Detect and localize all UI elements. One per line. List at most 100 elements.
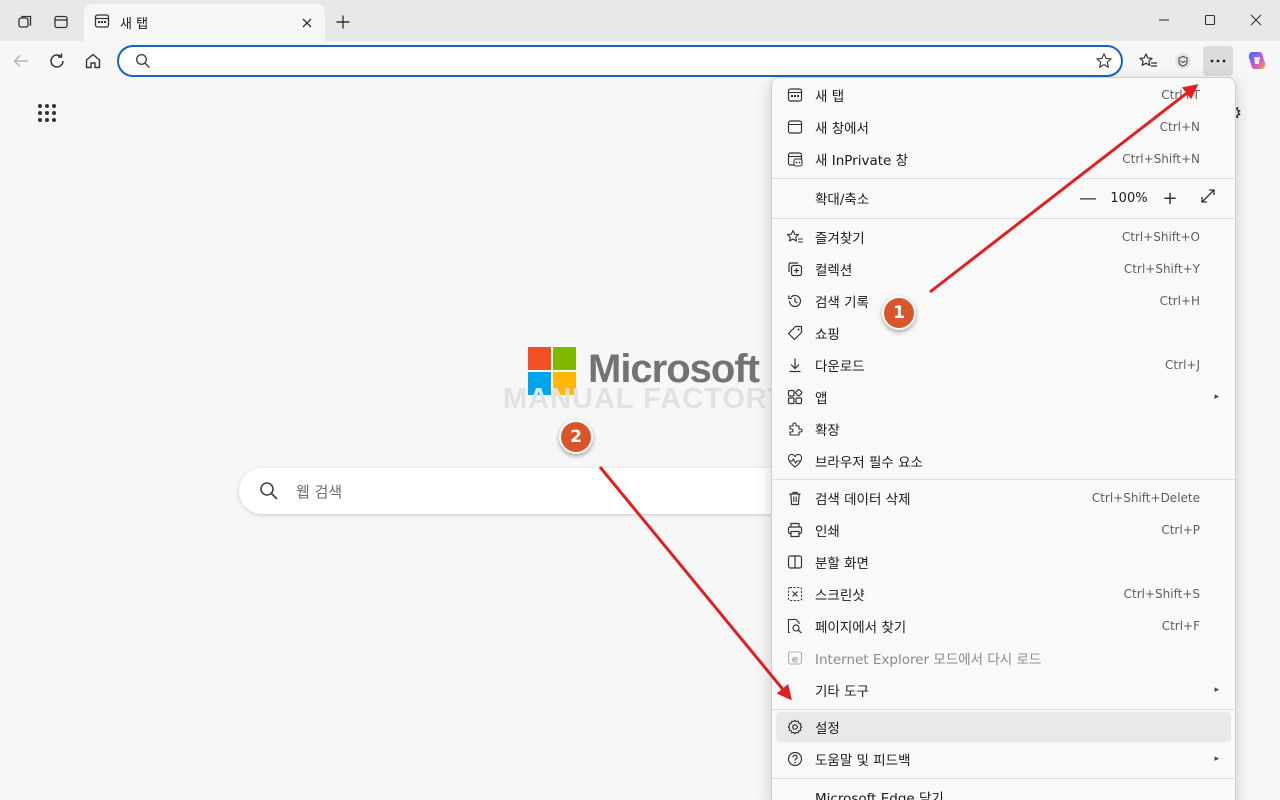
menu-item-clear-browsing-data[interactable]: 검색 데이터 삭제 Ctrl+Shift+Delete [776, 483, 1231, 513]
browser-essentials-button[interactable] [1168, 46, 1198, 76]
menu-item-extensions[interactable]: 확장 [776, 414, 1231, 444]
menu-separator [772, 178, 1235, 179]
zoom-out-button[interactable]: — [1073, 188, 1103, 209]
search-icon [135, 53, 151, 73]
menu-item-label: 기타 도구 [815, 684, 869, 700]
ie-icon: e [786, 649, 804, 667]
heartbeat-icon [786, 452, 804, 470]
menu-item-shortcut: Ctrl+Shift+Y [1123, 262, 1200, 276]
toolbar [0, 41, 1280, 81]
menu-separator [772, 479, 1235, 480]
maximize-button[interactable] [1187, 4, 1233, 36]
menu-item-shortcut: Ctrl+Shift+S [1123, 587, 1200, 601]
collections-icon [786, 260, 804, 278]
menu-item-screenshot[interactable]: 스크린샷 Ctrl+Shift+S [776, 579, 1231, 609]
help-icon [786, 750, 804, 768]
menu-item-shortcut: Ctrl+P [1161, 523, 1200, 537]
watermark: MANUAL FACTORY [503, 383, 788, 415]
back-button[interactable] [6, 46, 36, 76]
menu-item-find-on-page[interactable]: 페이지에서 찾기 Ctrl+F [776, 611, 1231, 641]
web-search-box[interactable]: 웹 검색 [239, 468, 799, 514]
chevron-right-icon: ▸ [1214, 754, 1219, 764]
menu-item-new-window[interactable]: 새 창에서 Ctrl+N [776, 112, 1231, 142]
new-tab-icon [94, 13, 110, 33]
menu-item-label: 검색 데이터 삭제 [815, 492, 911, 508]
tag-icon [786, 324, 804, 342]
chevron-right-icon: ▸ [1214, 392, 1219, 402]
menu-item-downloads[interactable]: 다운로드 Ctrl+J [776, 350, 1231, 380]
vertical-tabs-icon[interactable] [47, 8, 75, 36]
menu-item-label: 컬렉션 [815, 263, 853, 279]
tab-new-tab[interactable]: 새 탭 [84, 4, 325, 41]
extensions-icon [786, 420, 804, 438]
menu-item-label: 쇼핑 [815, 327, 840, 343]
print-icon [786, 521, 804, 539]
workspaces-icon[interactable] [11, 8, 39, 36]
menu-item-favorites[interactable]: 즐겨찾기 Ctrl+Shift+O [776, 222, 1231, 252]
zoom-level: 100% [1110, 190, 1148, 206]
close-window-button[interactable] [1233, 4, 1279, 36]
menu-item-browser-essentials[interactable]: 브라우저 필수 요소 [776, 446, 1231, 476]
home-button[interactable] [78, 46, 108, 76]
menu-item-new-tab[interactable]: 새 탭 Ctrl+T [776, 80, 1231, 110]
menu-separator [772, 778, 1235, 779]
menu-item-settings[interactable]: 설정 [776, 712, 1231, 742]
split-screen-icon [786, 553, 804, 571]
menu-item-label: 스크린샷 [815, 588, 865, 604]
menu-item-print[interactable]: 인쇄 Ctrl+P [776, 515, 1231, 545]
favorites-button[interactable] [1133, 46, 1163, 76]
menu-item-shortcut: Ctrl+Shift+Delete [1091, 491, 1200, 505]
menu-item-label: 인쇄 [815, 524, 840, 540]
menu-item-label: 새 창에서 [815, 121, 869, 137]
minimize-button[interactable] [1141, 4, 1187, 36]
favorites-icon [786, 228, 804, 246]
menu-item-shopping[interactable]: 쇼핑 [776, 318, 1231, 348]
menu-item-label: 검색 기록 [815, 295, 869, 311]
zoom-control: — 100% + [1073, 183, 1223, 213]
trash-icon [786, 489, 804, 507]
copilot-icon[interactable] [1242, 46, 1272, 76]
menu-item-history[interactable]: 검색 기록 Ctrl+H [776, 286, 1231, 316]
chevron-right-icon: ▸ [1214, 685, 1219, 695]
menu-item-apps[interactable]: 앱 ▸ [776, 382, 1231, 412]
tab-title: 새 탭 [120, 17, 149, 32]
menu-item-shortcut: Ctrl+T [1161, 88, 1200, 102]
svg-text:e: e [792, 655, 799, 666]
new-window-icon [786, 118, 804, 136]
menu-item-shortcut: Ctrl+H [1159, 294, 1200, 308]
address-input[interactable] [159, 51, 1059, 71]
menu-item-label: 브라우저 필수 요소 [815, 455, 923, 471]
search-icon [259, 481, 279, 505]
annotation-badge-1: 1 [882, 296, 916, 330]
menu-item-zoom: 확대/축소 — 100% + [776, 183, 1231, 213]
menu-item-label: 설정 [815, 721, 840, 737]
fullscreen-icon[interactable] [1193, 188, 1223, 209]
menu-item-collections[interactable]: 컬렉션 Ctrl+Shift+Y [776, 254, 1231, 284]
web-search-placeholder: 웹 검색 [296, 483, 343, 501]
menu-item-label: 페이지에서 찾기 [815, 620, 907, 636]
screenshot-icon [786, 585, 804, 603]
menu-item-shortcut: Ctrl+N [1159, 120, 1200, 134]
close-icon[interactable] [297, 13, 317, 33]
refresh-button[interactable] [42, 46, 72, 76]
inprivate-icon [786, 150, 804, 168]
zoom-in-button[interactable]: + [1155, 188, 1185, 209]
menu-item-ie-mode[interactable]: e Internet Explorer 모드에서 다시 로드 [776, 643, 1231, 673]
menu-item-label: 새 탭 [815, 89, 845, 105]
menu-item-label: 분할 화면 [815, 556, 869, 572]
apps-icon [786, 388, 804, 406]
menu-item-shortcut: Ctrl+J [1165, 358, 1200, 372]
annotation-badge-2: 2 [559, 420, 593, 454]
add-favorite-icon[interactable] [1095, 52, 1113, 74]
menu-item-close-edge[interactable]: Microsoft Edge 닫기 [776, 782, 1231, 800]
new-tab-button[interactable] [331, 8, 355, 36]
settings-and-more-button[interactable] [1203, 46, 1233, 76]
menu-item-help-feedback[interactable]: 도움말 및 피드백 ▸ [776, 744, 1231, 774]
apps-launcher-icon[interactable] [37, 103, 61, 127]
menu-item-inprivate[interactable]: 새 InPrivate 창 Ctrl+Shift+N [776, 144, 1231, 174]
download-icon [786, 356, 804, 374]
menu-item-more-tools[interactable]: 기타 도구 ▸ [776, 675, 1231, 705]
address-bar[interactable] [117, 45, 1123, 77]
menu-item-split-screen[interactable]: 분할 화면 [776, 547, 1231, 577]
settings-and-more-menu: 새 탭 Ctrl+T 새 창에서 Ctrl+N 새 InPrivate 창 Ct… [771, 77, 1236, 800]
